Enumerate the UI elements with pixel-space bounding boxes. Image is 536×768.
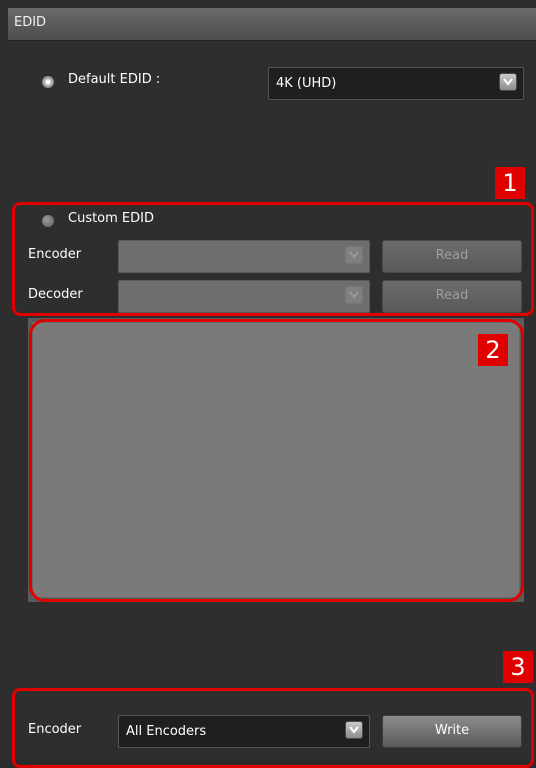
custom-decoder-dropdown[interactable] (118, 280, 370, 313)
write-encoder-value: All Encoders (126, 724, 207, 739)
default-edid-radio[interactable] (42, 76, 54, 88)
encoder-read-button[interactable]: Read (382, 240, 522, 273)
write-button[interactable]: Write (382, 715, 522, 748)
custom-edid-label: Custom EDID (68, 211, 155, 226)
annotation-badge-3: 3 (503, 651, 533, 683)
annotation-box-2 (29, 319, 524, 602)
custom-encoder-dropdown[interactable] (118, 240, 370, 273)
decoder-read-button[interactable]: Read (382, 280, 522, 313)
default-edid-value: 4K (UHD) (276, 76, 337, 91)
window-title: EDID (14, 15, 47, 30)
encoder-read-label: Read (435, 248, 469, 263)
annotation-badge-1: 1 (495, 167, 525, 199)
chevron-down-icon[interactable] (345, 246, 363, 264)
decoder-read-label: Read (435, 288, 469, 303)
default-edid-dropdown[interactable]: 4K (UHD) (268, 67, 524, 100)
write-button-label: Write (434, 723, 470, 738)
encoder-label: Encoder (28, 247, 82, 262)
default-edid-label: Default EDID : (68, 72, 161, 87)
edid-window: EDID Default EDID : 4K (UHD) 1 Custom ED… (0, 0, 536, 768)
chevron-down-icon[interactable] (345, 721, 363, 739)
chevron-down-icon[interactable] (345, 286, 363, 304)
write-encoder-label: Encoder (28, 722, 82, 737)
custom-edid-radio[interactable] (42, 215, 54, 227)
title-bar: EDID (8, 8, 536, 41)
decoder-label: Decoder (28, 287, 83, 302)
chevron-down-icon[interactable] (499, 73, 517, 91)
annotation-badge-2: 2 (478, 334, 508, 366)
write-encoder-dropdown[interactable]: All Encoders (118, 715, 370, 748)
